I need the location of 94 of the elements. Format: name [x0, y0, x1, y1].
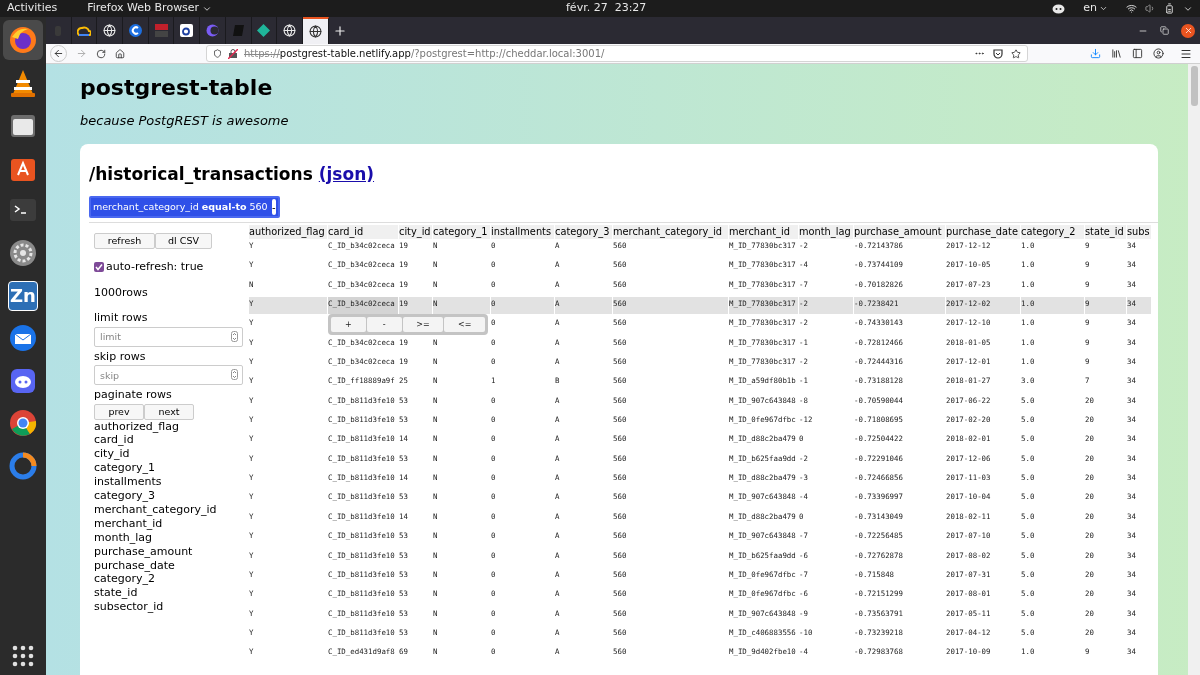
- new-tab-icon[interactable]: [332, 23, 347, 38]
- globe-icon: [103, 24, 117, 37]
- app-menu[interactable]: Firefox Web Browser: [87, 0, 213, 17]
- column-header[interactable]: month_lag: [799, 225, 854, 239]
- restore-icon[interactable]: [1160, 26, 1169, 35]
- column-toggle[interactable]: category_1: [94, 461, 249, 476]
- chat-icon[interactable]: [1052, 3, 1066, 14]
- operator-button[interactable]: <=: [444, 317, 485, 333]
- column-toggle[interactable]: purchase_amount: [94, 544, 249, 559]
- home-icon[interactable]: [115, 48, 125, 59]
- column-toggle[interactable]: installments: [94, 475, 249, 490]
- operator-button[interactable]: >=: [402, 317, 444, 333]
- column-toggle[interactable]: state_id: [94, 586, 249, 601]
- address-bar[interactable]: https://postgrest-table.netlify.app/?postgrest=http://cheddar.local:3001/: [206, 45, 1028, 62]
- scrollbar[interactable]: [1188, 64, 1200, 675]
- column-toggle[interactable]: merchant_category_id: [94, 502, 249, 517]
- stepper-icon[interactable]: [231, 369, 238, 380]
- column-header[interactable]: purchase_date: [946, 225, 1021, 239]
- auto-refresh-label: auto-refresh: true: [106, 259, 204, 275]
- column-toggle[interactable]: authorized_flag: [94, 419, 249, 434]
- paginate-label: paginate rows: [94, 387, 173, 403]
- json-link[interactable]: (json): [318, 161, 375, 187]
- skip-label: skip rows: [94, 348, 147, 365]
- download-icon[interactable]: [1090, 48, 1101, 59]
- tab-icon: [180, 24, 194, 37]
- sidebar-icon[interactable]: [1132, 48, 1143, 59]
- table-heading: /historical_transactions: [89, 162, 313, 186]
- column-header[interactable]: category_1: [433, 225, 491, 239]
- cloud-icon: [77, 24, 92, 37]
- column-header[interactable]: state_id: [1085, 225, 1127, 239]
- globe-icon: [308, 25, 322, 38]
- page-title: postgrest-table: [80, 74, 274, 102]
- caret-icon: [1099, 4, 1108, 13]
- limit-label: limit rows: [94, 310, 149, 326]
- column-header[interactable]: purchase_amount: [854, 225, 946, 239]
- column-header[interactable]: city_id: [399, 225, 433, 239]
- menu-icon[interactable]: [1180, 47, 1192, 60]
- skip-field[interactable]: skip: [94, 365, 243, 385]
- filter-label: merchant_category_id equal-to 560: [93, 199, 268, 214]
- column-toggle[interactable]: merchant_id: [94, 516, 249, 531]
- operator-button[interactable]: +: [331, 317, 366, 333]
- column-header[interactable]: card_id: [328, 225, 399, 239]
- library-icon[interactable]: [1111, 48, 1122, 59]
- tab-icon: [128, 24, 142, 37]
- column-toggle[interactable]: city_id: [94, 447, 249, 462]
- column-toggle[interactable]: month_lag: [94, 530, 249, 545]
- shield-icon: [213, 49, 222, 58]
- stepper-icon[interactable]: [231, 330, 238, 342]
- prev-button[interactable]: prev: [94, 403, 144, 420]
- operator-button[interactable]: -: [366, 317, 402, 333]
- column-header[interactable]: subs: [1127, 225, 1151, 239]
- wifi-icon[interactable]: [1126, 3, 1137, 14]
- row-count: 1000rows: [94, 284, 149, 301]
- column-header[interactable]: category_2: [1021, 225, 1085, 239]
- close-icon: [1183, 26, 1193, 35]
- url-text: https://postgrest-table.netlify.app/?postgrest=http://cheddar.local:3001/: [244, 47, 605, 61]
- account-icon[interactable]: [1153, 48, 1164, 59]
- tab-icon: [231, 24, 245, 37]
- browser-tab[interactable]: [302, 17, 329, 44]
- diamond-icon: [257, 24, 271, 37]
- download-csv-button[interactable]: dl CSV: [155, 233, 212, 249]
- activities-button[interactable]: Activities: [7, 0, 58, 17]
- battery-icon[interactable]: [1164, 3, 1175, 14]
- pocket-icon[interactable]: [993, 48, 1003, 59]
- column-header[interactable]: category_3: [555, 225, 613, 239]
- remove-filter-button[interactable]: -: [271, 199, 276, 215]
- tab-icon: [154, 24, 168, 37]
- moon-icon: [205, 24, 219, 37]
- next-button[interactable]: next: [144, 403, 194, 420]
- column-header[interactable]: authorized_flag: [249, 225, 328, 239]
- column-header[interactable]: installments: [491, 225, 555, 239]
- limit-field[interactable]: limit: [94, 326, 243, 347]
- checkbox[interactable]: [94, 262, 104, 273]
- column-toggle[interactable]: card_id: [94, 433, 249, 448]
- column-toggle[interactable]: purchase_date: [94, 558, 249, 573]
- column-header[interactable]: merchant_category_id: [613, 225, 729, 239]
- check-icon: [95, 263, 103, 272]
- close-button[interactable]: [1181, 23, 1195, 38]
- back-icon: [53, 48, 64, 59]
- column-toggle[interactable]: category_3: [94, 489, 249, 503]
- insecure-lock-icon: [228, 48, 238, 59]
- column-toggle[interactable]: category_2: [94, 572, 249, 587]
- column-toggle[interactable]: subsector_id: [94, 600, 249, 615]
- column-header[interactable]: merchant_id: [729, 225, 799, 239]
- language-menu[interactable]: en: [1083, 0, 1108, 17]
- volume-icon[interactable]: [1145, 3, 1156, 14]
- clock[interactable]: févr. 27 23:27: [566, 0, 647, 17]
- globe-icon: [283, 24, 297, 37]
- page-subtitle: because PostgREST is awesome: [80, 112, 290, 130]
- filter-chip[interactable]: merchant_category_id equal-to 560 -: [89, 196, 280, 218]
- bookmark-star-icon[interactable]: [1011, 48, 1021, 59]
- apps-grid-icon[interactable]: [12, 645, 34, 667]
- refresh-button[interactable]: refresh: [94, 233, 155, 249]
- reload-icon[interactable]: [96, 48, 106, 59]
